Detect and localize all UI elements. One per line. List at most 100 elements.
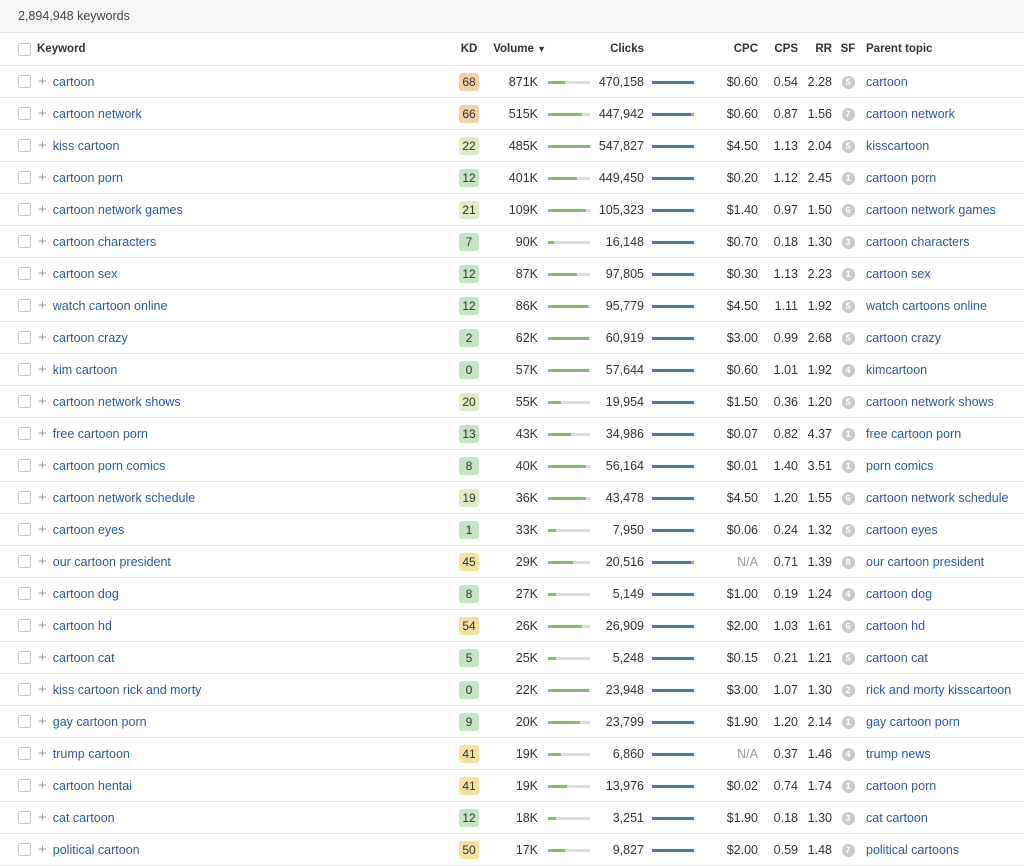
sf-badge[interactable]: 1 xyxy=(841,428,855,441)
parent-topic-link[interactable]: cartoon crazy xyxy=(866,331,941,345)
rr-header[interactable]: RR xyxy=(798,33,832,66)
parent-topic-link[interactable]: rick and morty kisscartoon xyxy=(866,683,1011,697)
sf-badge[interactable]: 5 xyxy=(841,76,855,89)
keyword-link[interactable]: cartoon dog xyxy=(53,587,119,601)
row-checkbox[interactable] xyxy=(18,395,31,408)
row-checkbox[interactable] xyxy=(18,555,31,568)
cps-header[interactable]: CPS xyxy=(758,33,798,66)
keyword-link[interactable]: trump cartoon xyxy=(53,747,130,761)
row-checkbox[interactable] xyxy=(18,75,31,88)
sf-badge[interactable]: 5 xyxy=(841,332,855,345)
sf-badge[interactable]: 4 xyxy=(841,588,855,601)
sf-badge[interactable]: 5 xyxy=(841,652,855,665)
plus-icon[interactable]: + xyxy=(38,649,47,666)
cpc-header[interactable]: CPC xyxy=(698,33,758,66)
row-checkbox[interactable] xyxy=(18,843,31,856)
sf-badge[interactable]: 5 xyxy=(841,396,855,409)
sf-badge[interactable]: 7 xyxy=(841,844,855,857)
plus-icon[interactable]: + xyxy=(38,809,47,826)
sf-badge[interactable]: 2 xyxy=(841,684,855,697)
parent-topic-link[interactable]: cat cartoon xyxy=(866,811,928,825)
sf-badge[interactable]: 3 xyxy=(841,236,855,249)
parent-topic-link[interactable]: kimcartoon xyxy=(866,363,927,377)
volume-header[interactable]: Volume ▼ xyxy=(486,33,548,66)
row-checkbox[interactable] xyxy=(18,587,31,600)
keyword-link[interactable]: cartoon porn comics xyxy=(53,459,166,473)
parent-topic-link[interactable]: cartoon characters xyxy=(866,235,970,249)
keyword-link[interactable]: kim cartoon xyxy=(53,363,118,377)
sf-badge[interactable]: 5 xyxy=(841,300,855,313)
row-checkbox[interactable] xyxy=(18,747,31,760)
row-checkbox[interactable] xyxy=(18,203,31,216)
keyword-link[interactable]: watch cartoon online xyxy=(53,299,168,313)
keyword-link[interactable]: cartoon xyxy=(53,75,95,89)
plus-icon[interactable]: + xyxy=(38,521,47,538)
parent-topic-link[interactable]: free cartoon porn xyxy=(866,427,961,441)
plus-icon[interactable]: + xyxy=(38,713,47,730)
sf-badge[interactable]: 1 xyxy=(841,780,855,793)
plus-icon[interactable]: + xyxy=(38,297,47,314)
keyword-link[interactable]: political cartoon xyxy=(53,843,140,857)
row-checkbox[interactable] xyxy=(18,331,31,344)
row-checkbox[interactable] xyxy=(18,171,31,184)
plus-icon[interactable]: + xyxy=(38,553,47,570)
keyword-link[interactable]: kiss cartoon rick and morty xyxy=(53,683,202,697)
keyword-header[interactable]: Keyword xyxy=(0,33,452,66)
plus-icon[interactable]: + xyxy=(38,201,47,218)
parent-topic-link[interactable]: kisscartoon xyxy=(866,139,929,153)
plus-icon[interactable]: + xyxy=(38,745,47,762)
parent-topic-link[interactable]: cartoon eyes xyxy=(866,523,938,537)
parent-topic-link[interactable]: cartoon porn xyxy=(866,171,936,185)
plus-icon[interactable]: + xyxy=(38,841,47,858)
plus-icon[interactable]: + xyxy=(38,617,47,634)
parent-topic-link[interactable]: cartoon network schedule xyxy=(866,491,1008,505)
parent-topic-header[interactable]: Parent topic xyxy=(864,33,1024,66)
row-checkbox[interactable] xyxy=(18,107,31,120)
sf-badge[interactable]: 1 xyxy=(841,268,855,281)
sf-badge[interactable]: 4 xyxy=(841,748,855,761)
keyword-link[interactable]: cartoon eyes xyxy=(53,523,125,537)
plus-icon[interactable]: + xyxy=(38,105,47,122)
sf-badge[interactable]: 8 xyxy=(841,556,855,569)
parent-topic-link[interactable]: trump news xyxy=(866,747,931,761)
row-checkbox[interactable] xyxy=(18,459,31,472)
plus-icon[interactable]: + xyxy=(38,233,47,250)
keyword-link[interactable]: cartoon network schedule xyxy=(53,491,195,505)
row-checkbox[interactable] xyxy=(18,139,31,152)
sf-badge[interactable]: 6 xyxy=(841,492,855,505)
keyword-link[interactable]: our cartoon president xyxy=(53,555,171,569)
plus-icon[interactable]: + xyxy=(38,585,47,602)
plus-icon[interactable]: + xyxy=(38,137,47,154)
sf-badge[interactable]: 1 xyxy=(841,716,855,729)
plus-icon[interactable]: + xyxy=(38,393,47,410)
keyword-link[interactable]: cartoon porn xyxy=(53,171,123,185)
clicks-header[interactable]: Clicks xyxy=(598,33,644,66)
row-checkbox[interactable] xyxy=(18,427,31,440)
keyword-link[interactable]: cartoon hentai xyxy=(53,779,132,793)
parent-topic-link[interactable]: watch cartoons online xyxy=(866,299,987,313)
keyword-link[interactable]: cartoon network shows xyxy=(53,395,181,409)
row-checkbox[interactable] xyxy=(18,235,31,248)
keyword-link[interactable]: cartoon cat xyxy=(53,651,115,665)
plus-icon[interactable]: + xyxy=(38,777,47,794)
sf-badge[interactable]: 3 xyxy=(841,812,855,825)
plus-icon[interactable]: + xyxy=(38,265,47,282)
row-checkbox[interactable] xyxy=(18,523,31,536)
parent-topic-link[interactable]: cartoon network xyxy=(866,107,955,121)
plus-icon[interactable]: + xyxy=(38,489,47,506)
sf-badge[interactable]: 6 xyxy=(841,620,855,633)
plus-icon[interactable]: + xyxy=(38,169,47,186)
plus-icon[interactable]: + xyxy=(38,73,47,90)
parent-topic-link[interactable]: cartoon sex xyxy=(866,267,931,281)
sf-badge[interactable]: 7 xyxy=(841,108,855,121)
parent-topic-link[interactable]: cartoon porn xyxy=(866,779,936,793)
keyword-link[interactable]: cartoon network games xyxy=(53,203,183,217)
kd-header[interactable]: KD xyxy=(452,33,486,66)
keyword-link[interactable]: cat cartoon xyxy=(53,811,115,825)
row-checkbox[interactable] xyxy=(18,619,31,632)
sf-badge[interactable]: 5 xyxy=(841,524,855,537)
keyword-link[interactable]: cartoon network xyxy=(53,107,142,121)
parent-topic-link[interactable]: porn comics xyxy=(866,459,933,473)
row-checkbox[interactable] xyxy=(18,715,31,728)
parent-topic-link[interactable]: cartoon cat xyxy=(866,651,928,665)
